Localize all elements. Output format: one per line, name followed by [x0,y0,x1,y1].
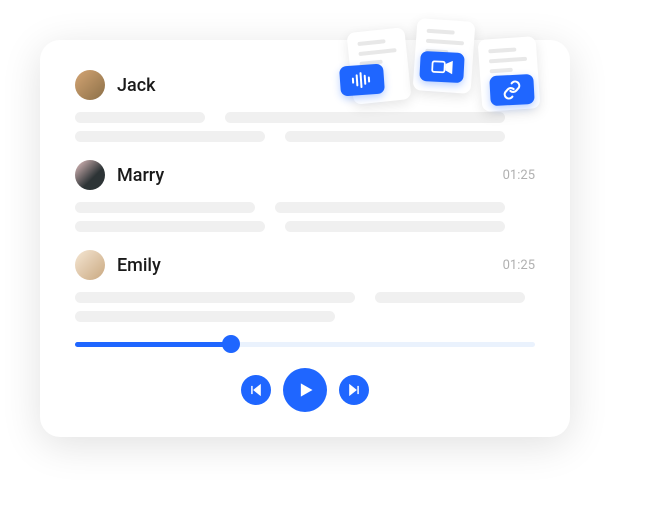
video-icon [431,59,454,74]
avatar [75,70,105,100]
playback-progress[interactable] [75,340,535,348]
entry-header: Emily 01:25 [75,250,535,280]
speaker-name: Emily [117,255,161,276]
next-button[interactable] [339,375,369,405]
transcript-entry: Marry 01:25 [75,160,535,232]
link-badge [489,74,535,106]
avatar [75,250,105,280]
transcript-entry: Emily 01:25 [75,250,535,322]
entry-header: Marry 01:25 [75,160,535,190]
speaker-name: Marry [117,165,164,186]
transcript-text-placeholder [75,292,535,322]
skip-back-icon [249,383,263,397]
link-icon [501,79,522,100]
transcript-text-placeholder [75,202,535,232]
play-icon [295,380,315,400]
progress-fill [75,342,231,347]
progress-thumb[interactable] [222,335,240,353]
timestamp: 01:25 [503,258,535,273]
timestamp: 01:25 [503,168,535,183]
speaker-name: Jack [117,75,156,96]
previous-button[interactable] [241,375,271,405]
waveform-icon [349,71,374,89]
play-button[interactable] [283,368,327,412]
playback-controls [75,368,535,412]
media-attachments [340,20,560,140]
transcript-card: Jack Marry 01:25 Emily 01:25 [40,40,570,437]
video-badge [419,51,465,83]
skip-forward-icon [347,383,361,397]
audio-badge [339,64,385,97]
avatar [75,160,105,190]
